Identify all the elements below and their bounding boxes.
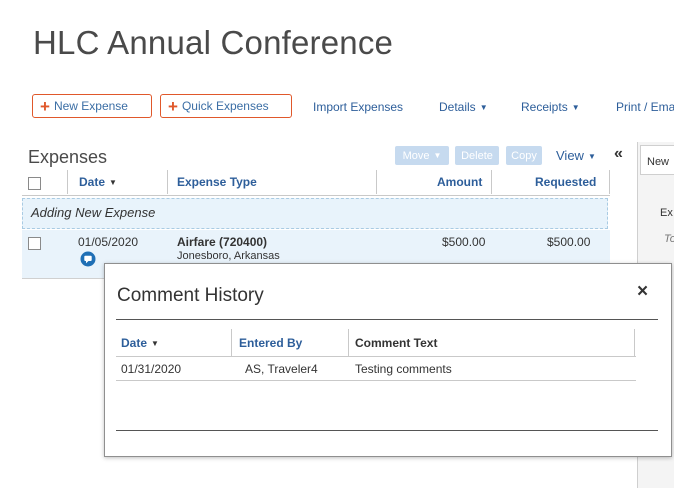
caret-down-icon: ▼ (433, 151, 442, 160)
plus-icon: + (168, 96, 178, 116)
column-divider (348, 329, 349, 356)
move-label: Move (402, 149, 430, 162)
view-label: View (556, 148, 584, 163)
header-divider (116, 356, 636, 357)
expense-type[interactable]: Airfare (720400) (177, 235, 267, 249)
column-divider (634, 329, 635, 356)
comment-icon[interactable] (80, 251, 96, 267)
comment-column-date[interactable]: Date ▼ (121, 336, 159, 350)
receipts-label: Receipts (521, 100, 568, 114)
expense-location: Jonesboro, Arkansas (177, 250, 280, 262)
comment-entered-by: AS, Traveler4 (245, 362, 318, 376)
right-panel-text: To (664, 233, 674, 245)
select-all-checkbox[interactable] (28, 177, 41, 190)
receipts-menu[interactable]: Receipts ▼ (521, 100, 580, 114)
column-divider (231, 329, 232, 356)
report-title: HLC Annual Conference (33, 24, 394, 61)
row-divider (116, 380, 636, 381)
column-header-amount[interactable]: Amount (437, 175, 482, 189)
column-divider (609, 170, 610, 194)
comment-date-header-label: Date (121, 336, 148, 350)
column-header-expense-type[interactable]: Expense Type (177, 175, 257, 189)
expense-date: 01/05/2020 (78, 235, 139, 249)
delete-button[interactable]: Delete (455, 146, 499, 165)
row-checkbox[interactable] (28, 237, 41, 250)
copy-button[interactable]: Copy (506, 146, 542, 165)
expenses-title: Expenses (28, 147, 108, 167)
dialog-divider (116, 430, 658, 431)
new-expense-label: New Expense (53, 99, 128, 113)
column-header-date[interactable]: Date ▼ (79, 175, 117, 189)
adding-new-expense-label: Adding New Expense (31, 205, 156, 220)
new-expense-tab[interactable]: New (640, 145, 674, 175)
quick-expenses-label: Quick Expenses (181, 99, 269, 113)
expense-amount: $500.00 (442, 235, 486, 249)
dialog-divider (116, 319, 658, 320)
column-divider (67, 170, 68, 194)
new-expense-button[interactable]: + New Expense (32, 94, 152, 118)
comment-date: 01/31/2020 (121, 362, 182, 376)
collapse-panel-icon[interactable]: « (614, 145, 623, 163)
expense-requested: $500.00 (547, 235, 591, 249)
caret-down-icon: ▼ (479, 103, 488, 112)
details-label: Details (439, 100, 476, 114)
column-divider (491, 170, 492, 194)
details-menu[interactable]: Details ▼ (439, 100, 488, 114)
comment-text: Testing comments (355, 362, 452, 376)
sort-down-icon: ▼ (151, 339, 159, 348)
move-button[interactable]: Move ▼ (395, 146, 449, 165)
comment-column-text: Comment Text (355, 336, 438, 350)
column-divider (167, 170, 168, 194)
caret-down-icon: ▼ (587, 152, 596, 161)
view-menu[interactable]: View ▼ (556, 148, 596, 163)
comment-column-entered-by[interactable]: Entered By (239, 336, 302, 350)
column-header-requested[interactable]: Requested (535, 175, 596, 189)
right-panel-text: Ex (660, 207, 673, 219)
sort-down-icon: ▼ (109, 178, 117, 187)
column-divider (376, 170, 377, 194)
import-expenses-link[interactable]: Import Expenses (313, 100, 403, 114)
close-icon[interactable]: × (637, 281, 648, 303)
caret-down-icon: ▼ (571, 103, 580, 112)
quick-expenses-button[interactable]: + Quick Expenses (160, 94, 292, 118)
plus-icon: + (40, 96, 50, 116)
print-email-menu[interactable]: Print / Ema (616, 100, 674, 114)
date-header-label: Date (79, 175, 106, 189)
dialog-title: Comment History (117, 285, 264, 306)
